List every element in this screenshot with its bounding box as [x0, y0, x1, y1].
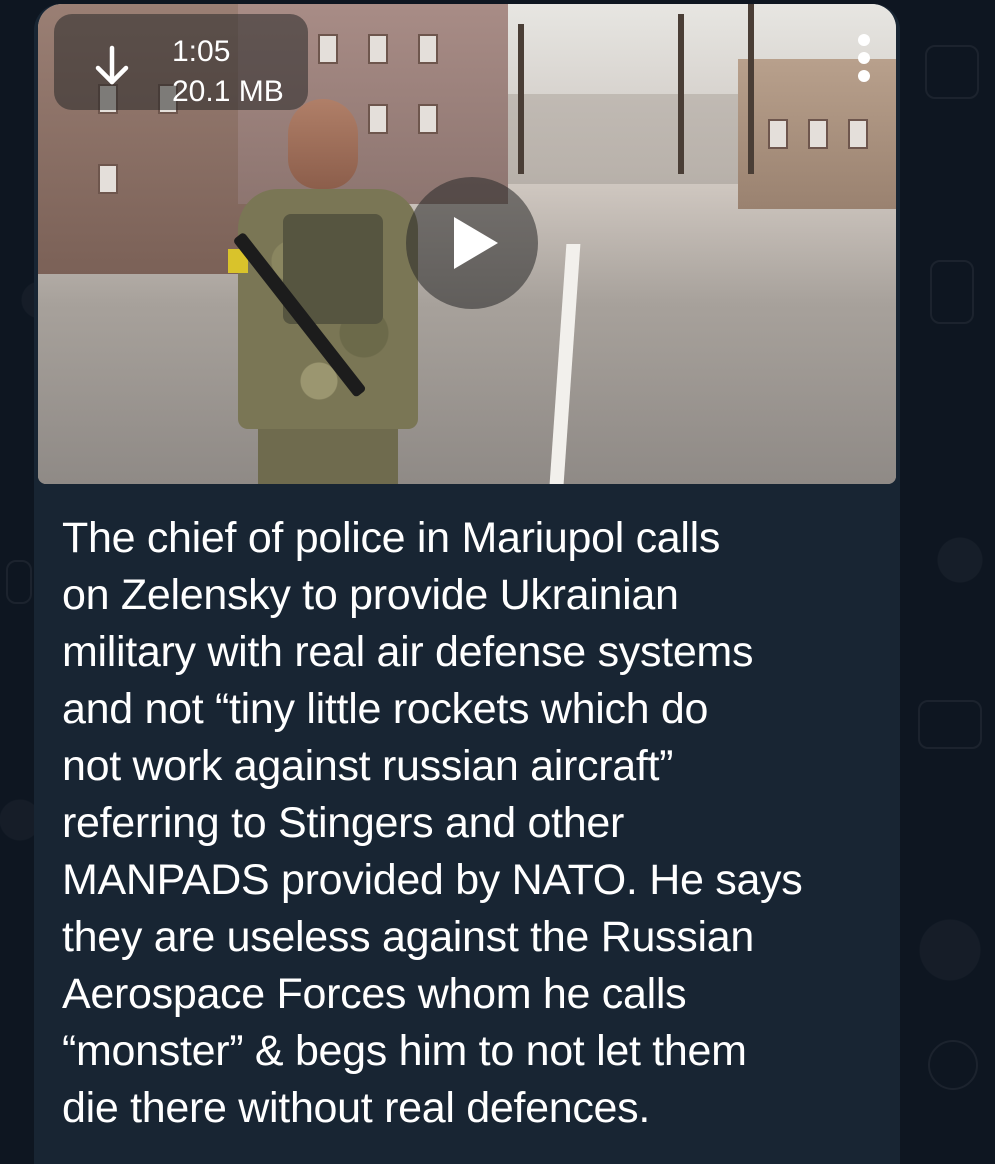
background-doodle	[6, 560, 32, 604]
message-caption: The chief of police in Mariupol calls on…	[62, 514, 803, 1132]
play-icon	[454, 217, 498, 269]
background-doodle	[918, 700, 982, 749]
background-doodle	[928, 1040, 978, 1090]
download-arrow-icon	[92, 44, 132, 88]
more-vertical-icon	[858, 52, 870, 64]
background-doodle	[925, 45, 979, 99]
download-button[interactable]: 1:05 20.1 MB	[54, 14, 308, 110]
tree	[518, 24, 524, 174]
more-vertical-icon	[858, 70, 870, 82]
tree	[748, 4, 754, 174]
soldier-figure	[198, 99, 458, 484]
more-vertical-icon	[858, 34, 870, 46]
background-doodle	[930, 260, 974, 324]
video-thumbnail[interactable]: 1:05 20.1 MB	[38, 4, 896, 484]
play-button[interactable]	[406, 177, 538, 309]
more-options-button[interactable]	[846, 32, 882, 92]
video-duration: 1:05	[172, 35, 231, 68]
message-bubble[interactable]: 1:05 20.1 MB The chief of police in Mari…	[34, 4, 900, 1164]
tree	[678, 14, 684, 174]
video-file-size: 20.1 MB	[172, 75, 284, 108]
